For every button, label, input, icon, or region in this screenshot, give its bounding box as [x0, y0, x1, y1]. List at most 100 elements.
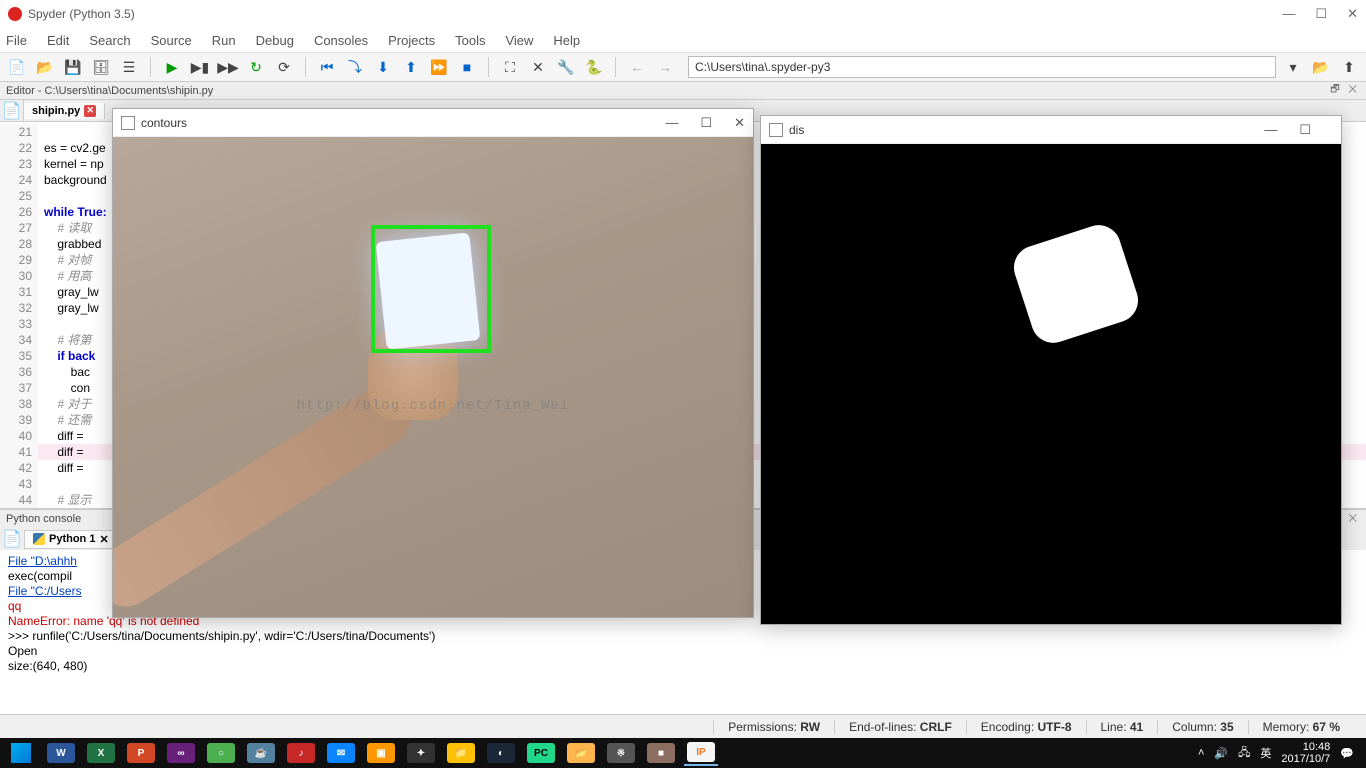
tab-shipin[interactable]: shipin.py ✕ [24, 103, 105, 119]
taskbar-thunderbird-icon[interactable]: ✉ [324, 740, 358, 766]
status-memory: Memory: 67 % [1248, 720, 1354, 734]
window-contours[interactable]: contours — ☐ ✕ http://blog.csdn.net/Tina… [112, 108, 754, 618]
tab-label: shipin.py [32, 105, 80, 117]
editor-panel-titlebar: Editor - C:\Users\tina\Documents\shipin.… [0, 82, 1366, 100]
tray-network-icon[interactable]: 🖧 [1238, 744, 1250, 763]
window-dis[interactable]: dis — ☐ [760, 115, 1342, 625]
python-path-icon[interactable]: 🐍 [583, 56, 605, 78]
open-file-icon[interactable]: 📂 [34, 56, 56, 78]
tab-close-icon[interactable]: ✕ [84, 105, 96, 117]
app-titlebar: Spyder (Python 3.5) — ☐ ✕ [0, 0, 1366, 28]
taskbar-jupyter-icon[interactable]: IP [684, 740, 718, 766]
taskbar-music-icon[interactable]: ♪ [284, 740, 318, 766]
parent-dir-icon[interactable]: ⬆ [1338, 56, 1360, 78]
status-column: Column: 35 [1157, 720, 1247, 734]
new-file-icon[interactable]: 📄 [6, 56, 28, 78]
path-dropdown-icon[interactable]: ▾ [1282, 56, 1304, 78]
threshold-blob [1008, 219, 1144, 348]
save-all-icon[interactable]: 🗄 [90, 56, 112, 78]
menu-search[interactable]: Search [89, 33, 130, 48]
taskbar-visualstudio-icon[interactable]: ∞ [164, 740, 198, 766]
window-icon [769, 123, 783, 137]
step-out-icon[interactable]: ⬆ [400, 56, 422, 78]
browse-dir-icon[interactable]: 📂 [1310, 56, 1332, 78]
status-line: Line: 41 [1086, 720, 1158, 734]
tray-ime-icon[interactable]: 英 [1260, 745, 1271, 761]
forward-icon[interactable]: → [654, 56, 676, 78]
menubar: File Edit Search Source Run Debug Consol… [0, 28, 1366, 52]
panel-controls[interactable]: 🗗 ✕ [1330, 82, 1360, 99]
tab-close-icon[interactable]: ✕ [99, 533, 108, 546]
tray-chevron-icon[interactable]: ˄ [1198, 747, 1204, 759]
detection-box [371, 225, 491, 353]
menu-file[interactable]: File [6, 33, 27, 48]
taskbar-browser-icon[interactable]: ○ [204, 740, 238, 766]
close-button[interactable]: ✕ [734, 115, 745, 131]
minimize-button[interactable]: — [1264, 122, 1277, 138]
back-icon[interactable]: ← [626, 56, 648, 78]
fullscreen-icon[interactable]: ✕ [527, 56, 549, 78]
taskbar-excel-icon[interactable]: X [84, 740, 118, 766]
run-cell-icon[interactable]: ▶▮ [189, 56, 211, 78]
taskbar-powerpoint-icon[interactable]: P [124, 740, 158, 766]
toolbar: 📄 📂 💾 🗄 ☰ ▶ ▶▮ ▶▶ ↻ ⟳ ⏮ ⤵ ⬇ ⬆ ⏩ ■ ⛶ ✕ 🔧 … [0, 52, 1366, 82]
console-tab-python1[interactable]: Python 1 ✕ [24, 530, 118, 549]
window-icon [121, 116, 135, 130]
taskbar-app-icon[interactable]: ✦ [404, 740, 438, 766]
menu-help[interactable]: Help [553, 33, 580, 48]
tray-clock[interactable]: 10:48 2017/10/7 [1281, 741, 1330, 765]
run-icon[interactable]: ▶ [161, 56, 183, 78]
step-over-icon[interactable]: ⤵ [344, 56, 366, 78]
step-into-icon[interactable]: ⬇ [372, 56, 394, 78]
maximize-button[interactable]: ☐ [1315, 6, 1327, 22]
close-button[interactable]: ✕ [1347, 6, 1358, 22]
window-dis-title: dis [789, 123, 804, 137]
maximize-button[interactable]: ☐ [1299, 122, 1311, 138]
menu-tools[interactable]: Tools [455, 33, 485, 48]
console-tab-label: Python 1 [49, 533, 95, 545]
taskbar-app3-icon[interactable]: ■ [644, 740, 678, 766]
taskbar-folder-icon[interactable]: 📂 [564, 740, 598, 766]
taskbar-pycharm-icon[interactable]: PC [524, 740, 558, 766]
save-file-icon[interactable]: 💾 [62, 56, 84, 78]
menu-debug[interactable]: Debug [256, 33, 294, 48]
preferences-icon[interactable]: 🔧 [555, 56, 577, 78]
tab-list-icon[interactable]: 📄 [0, 100, 24, 122]
rerun-icon[interactable]: ↻ [245, 56, 267, 78]
taskbar-app2-icon[interactable]: ※ [604, 740, 638, 766]
debug-icon[interactable]: ⏮ [316, 56, 338, 78]
max-pane-icon[interactable]: ⛶ [499, 56, 521, 78]
spyder-icon [8, 7, 22, 21]
working-dir-input[interactable] [688, 56, 1276, 78]
editor-panel-title: Editor - C:\Users\tina\Documents\shipin.… [6, 85, 213, 97]
menu-run[interactable]: Run [212, 33, 236, 48]
stop-icon[interactable]: ■ [456, 56, 478, 78]
statusbar: Permissions: RW End-of-lines: CRLF Encod… [0, 714, 1366, 738]
taskbar-word-icon[interactable]: W [44, 740, 78, 766]
minimize-button[interactable]: — [665, 115, 678, 131]
maximize-button[interactable]: ☐ [700, 115, 712, 131]
status-encoding: Encoding: UTF-8 [966, 720, 1086, 734]
window-contours-titlebar[interactable]: contours — ☐ ✕ [113, 109, 753, 137]
menu-projects[interactable]: Projects [388, 33, 435, 48]
minimize-button[interactable]: — [1282, 6, 1295, 22]
window-contours-title: contours [141, 116, 187, 130]
tray-volume-icon[interactable]: 🔊 [1214, 747, 1228, 760]
tray-notifications-icon[interactable]: 💬 [1340, 747, 1354, 760]
kill-icon[interactable]: ⟳ [273, 56, 295, 78]
outline-icon[interactable]: ☰ [118, 56, 140, 78]
window-dis-titlebar[interactable]: dis — ☐ [761, 116, 1341, 144]
start-button[interactable] [4, 740, 38, 766]
menu-edit[interactable]: Edit [47, 33, 69, 48]
menu-view[interactable]: View [505, 33, 533, 48]
status-eol: End-of-lines: CRLF [834, 720, 966, 734]
run-cell-advance-icon[interactable]: ▶▶ [217, 56, 239, 78]
taskbar-steam-icon[interactable]: ◐ [484, 740, 518, 766]
taskbar-explorer-icon[interactable]: 📁 [444, 740, 478, 766]
menu-consoles[interactable]: Consoles [314, 33, 368, 48]
taskbar-vm-icon[interactable]: ▣ [364, 740, 398, 766]
continue-icon[interactable]: ⏩ [428, 56, 450, 78]
menu-source[interactable]: Source [151, 33, 192, 48]
console-tab-list-icon[interactable]: 📄 [0, 529, 24, 549]
taskbar-java-icon[interactable]: ☕ [244, 740, 278, 766]
